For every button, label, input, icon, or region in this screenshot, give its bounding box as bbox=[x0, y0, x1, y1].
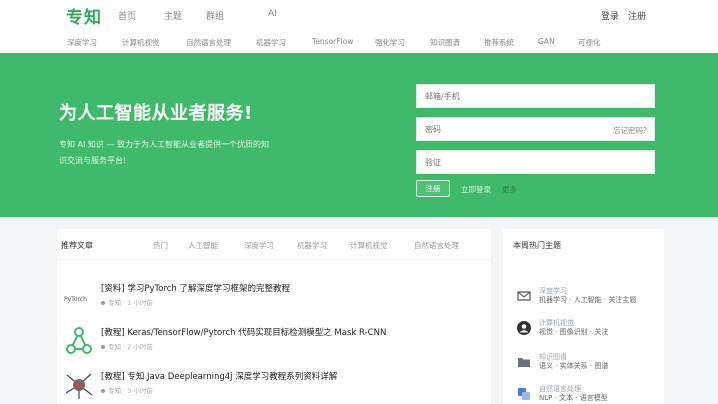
svg-text:PyTorch: PyTorch bbox=[64, 296, 87, 303]
tag-strip: 深度学习 计算机视觉 自然语言处理 机器学习 TensorFlow 强化学习 知… bbox=[0, 30, 718, 52]
article-item[interactable]: PyTorch [资料] 学习PyTorch 了解深度学习框架的完整教程 专知 … bbox=[57, 279, 491, 323]
sidebar-topic-desc: 语义 · 实体关系 · 图谱 bbox=[539, 362, 609, 370]
nav-item-ai[interactable]: AI bbox=[268, 9, 277, 19]
tag-link[interactable]: TensorFlow bbox=[312, 37, 353, 46]
feed-tab[interactable]: 深度学习 bbox=[244, 240, 274, 251]
translate-icon bbox=[518, 388, 530, 400]
main-content: 推荐文章 热门 人工智能 深度学习 机器学习 计算机视觉 自然语言处理 PyTo… bbox=[0, 217, 718, 404]
sidebar-topic-desc: 机器学习 · 人工智能 · 关注主题 bbox=[539, 296, 637, 304]
article-meta-text: 专知 · 2 小时前 bbox=[108, 343, 153, 351]
article-meta-text: 专知 · 3 小时前 bbox=[108, 387, 153, 395]
nav-item-topics[interactable]: 主题 bbox=[164, 9, 182, 22]
article-feed: 推荐文章 热门 人工智能 深度学习 机器学习 计算机视觉 自然语言处理 PyTo… bbox=[57, 229, 491, 404]
sidebar-topic-row[interactable]: 知识图谱 语义 · 实体关系 · 图谱 bbox=[513, 349, 663, 377]
hero-title: 为人工智能从业者服务! bbox=[59, 103, 253, 124]
captcha-input[interactable] bbox=[417, 151, 654, 173]
hero-desc-line: 识交流与服务平台! bbox=[59, 156, 127, 165]
feed-tab[interactable]: 机器学习 bbox=[297, 240, 327, 251]
sidebar-title: 本周热门主题 bbox=[513, 241, 561, 250]
hero-description: 专知 AI 知识 — 致力于为人工智能从业者提供一个优质的知 识交流与服务平台! bbox=[59, 137, 349, 169]
folder-icon bbox=[518, 358, 530, 367]
tag-link[interactable]: 自然语言处理 bbox=[186, 37, 231, 48]
feed-tab[interactable]: 人工智能 bbox=[188, 240, 218, 251]
article-meta: 专知 · 2 小时前 bbox=[101, 341, 153, 351]
email-field[interactable] bbox=[416, 84, 655, 108]
captcha-field[interactable] bbox=[416, 150, 655, 174]
top-navbar: 专知 首页 主题 群组 AI 登录 注册 bbox=[0, 0, 718, 30]
sidebar-topic-row[interactable]: 自然语言处理 NLP · 文本 · 语言模型 bbox=[513, 381, 663, 404]
register-button[interactable]: 注册 bbox=[416, 180, 450, 197]
article-title[interactable]: [教程] 专知 Java Deeplearning4j 深度学习教程系列资料详解 bbox=[101, 370, 337, 382]
article-meta-text: 专知 · 1 小时前 bbox=[108, 299, 153, 307]
article-item[interactable]: [教程] Keras/TensorFlow/Pytorch 代码实现目标检测模型… bbox=[57, 323, 491, 367]
tag-link[interactable]: GAN bbox=[538, 37, 555, 46]
tag-link[interactable]: 深度学习 bbox=[67, 37, 97, 48]
nav-item-groups[interactable]: 群组 bbox=[206, 9, 224, 22]
article-meta: 专知 · 3 小时前 bbox=[101, 385, 153, 395]
forgot-password-link[interactable]: 忘记密码? bbox=[613, 125, 647, 136]
register-link[interactable]: 注册 bbox=[628, 9, 646, 22]
network-graph-icon bbox=[66, 327, 92, 354]
article-item[interactable]: [教程] 专知 Java Deeplearning4j 深度学习教程系列资料详解… bbox=[57, 367, 491, 404]
tag-link[interactable]: 知识图谱 bbox=[430, 37, 460, 48]
tag-link[interactable]: 推荐系统 bbox=[484, 37, 514, 48]
sidebar-topic-row[interactable]: 深度学习 机器学习 · 人工智能 · 关注主题 bbox=[513, 283, 663, 311]
more-link[interactable]: 更多 bbox=[502, 184, 517, 195]
feed-tab[interactable]: 热门 bbox=[153, 240, 168, 251]
tag-link[interactable]: 强化学习 bbox=[375, 37, 405, 48]
feed-divider bbox=[57, 259, 491, 260]
feed-header: 推荐文章 bbox=[61, 241, 93, 250]
login-now-link[interactable]: 立即登录 bbox=[461, 184, 491, 195]
pytorch-logo-icon: PyTorch bbox=[64, 296, 87, 303]
article-title[interactable]: [资料] 学习PyTorch 了解深度学习框架的完整教程 bbox=[101, 282, 290, 294]
sidebar-hot-topics: 本周热门主题 深度学习 机器学习 · 人工智能 · 关注主题 计算机视觉 视觉 … bbox=[503, 229, 664, 404]
user-icon bbox=[517, 321, 531, 335]
site-logo[interactable]: 专知 bbox=[66, 3, 102, 28]
tag-link[interactable]: 计算机视觉 bbox=[122, 37, 160, 48]
article-title[interactable]: [教程] Keras/TensorFlow/Pytorch 代码实现目标检测模型… bbox=[101, 326, 386, 338]
login-link[interactable]: 登录 bbox=[601, 9, 619, 22]
mail-icon bbox=[517, 291, 531, 301]
feed-tab[interactable]: 自然语言处理 bbox=[414, 240, 459, 251]
hero-desc-line: 专知 AI 知识 — 致力于为人工智能从业者提供一个优质的知 bbox=[59, 140, 270, 149]
password-field[interactable]: 忘记密码? bbox=[416, 117, 655, 141]
nav-item-home[interactable]: 首页 bbox=[118, 9, 136, 22]
sidebar-topic-row[interactable]: 计算机视觉 视觉 · 图像识别 · 关注 bbox=[513, 315, 663, 343]
sidebar-topic-desc: 视觉 · 图像识别 · 关注 bbox=[539, 328, 609, 336]
email-input[interactable] bbox=[417, 85, 654, 107]
sidebar-topic-desc: NLP · 文本 · 语言模型 bbox=[539, 394, 608, 402]
feed-tab[interactable]: 计算机视觉 bbox=[350, 240, 388, 251]
tag-link[interactable]: 可视化 bbox=[578, 37, 601, 48]
article-meta: 专知 · 1 小时前 bbox=[101, 297, 153, 307]
tag-link[interactable]: 机器学习 bbox=[256, 37, 286, 48]
neuron-icon bbox=[65, 373, 93, 399]
